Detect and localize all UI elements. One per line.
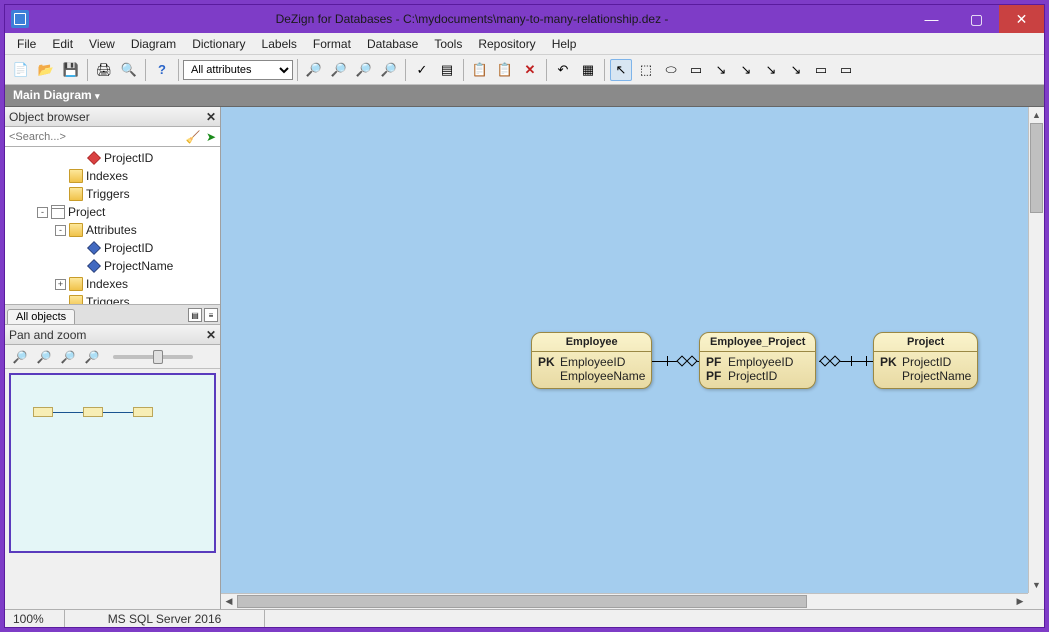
tree-item[interactable]: ProjectID	[5, 149, 220, 167]
window-title: DeZign for Databases - C:\mydocuments\ma…	[35, 12, 909, 26]
pan-zoom-header: Pan and zoom ✕	[5, 325, 220, 345]
select-tool[interactable]: ⬚	[635, 59, 657, 81]
close-button[interactable]: ✕	[999, 5, 1044, 33]
zoom-out-button[interactable]: 🔎	[328, 59, 350, 81]
object-browser-close-icon[interactable]: ✕	[206, 110, 216, 124]
sidebar: Object browser ✕ 🧹 ➤ ProjectIDIndexesTri…	[5, 107, 221, 593]
menu-dictionary[interactable]: Dictionary	[184, 35, 253, 53]
tree-item[interactable]: Triggers	[5, 293, 220, 305]
scroll-up-button[interactable]: ▲	[1029, 107, 1044, 123]
tree-item[interactable]: -Attributes	[5, 221, 220, 239]
titlebar[interactable]: DeZign for Databases - C:\mydocuments\ma…	[5, 5, 1044, 33]
zoom-fit-button[interactable]: 🔎	[353, 59, 375, 81]
menu-edit[interactable]: Edit	[44, 35, 81, 53]
pointer-tool[interactable]: ↖	[610, 59, 632, 81]
attribute-view-select[interactable]: All attributes	[183, 60, 293, 80]
open-button[interactable]: 📂	[35, 59, 57, 81]
report-button[interactable]: ▤	[436, 59, 458, 81]
copy-button[interactable]: 📋	[469, 59, 491, 81]
object-browser-header: Object browser ✕	[5, 107, 220, 127]
tree-item[interactable]: ProjectID	[5, 239, 220, 257]
vscroll-thumb[interactable]	[1030, 123, 1043, 213]
zoom-in-button[interactable]: 🔎	[303, 59, 325, 81]
tree-view-icon[interactable]: ▤	[188, 308, 202, 322]
zoom-slider[interactable]	[113, 355, 193, 359]
pan-zoom-close-icon[interactable]: ✕	[206, 328, 216, 342]
note-tool[interactable]: ▭	[810, 59, 832, 81]
new-button[interactable]: 📄	[10, 59, 32, 81]
relation-tool-3[interactable]: ↘	[760, 59, 782, 81]
print-preview-button[interactable]: 🔍	[118, 59, 140, 81]
menu-labels[interactable]: Labels	[254, 35, 305, 53]
object-tree[interactable]: ProjectIDIndexesTriggers-Project-Attribu…	[5, 147, 220, 305]
undo-button[interactable]: ↶	[552, 59, 574, 81]
menu-database[interactable]: Database	[359, 35, 426, 53]
status-zoom: 100%	[5, 610, 65, 627]
entity-project[interactable]: ProjectPKProjectIDProjectName	[873, 332, 978, 389]
save-button[interactable]: 💾	[60, 59, 82, 81]
help-button[interactable]: ?	[151, 59, 173, 81]
scroll-right-button[interactable]: ▶	[1012, 594, 1028, 609]
relation-tool-4[interactable]: ↘	[785, 59, 807, 81]
entity-tool[interactable]: ⬭	[660, 59, 682, 81]
entity-employee[interactable]: EmployeePKEmployeeIDEmployeeName	[531, 332, 652, 389]
stamp-tool[interactable]: ▭	[835, 59, 857, 81]
vertical-scrollbar[interactable]: ▲ ▼	[1028, 107, 1044, 593]
tree-item[interactable]: +Indexes	[5, 275, 220, 293]
relation-tool-2[interactable]: ↘	[735, 59, 757, 81]
validate-button[interactable]: ✓	[411, 59, 433, 81]
delete-button[interactable]: ✕	[519, 59, 541, 81]
menubar: FileEditViewDiagramDictionaryLabelsForma…	[5, 33, 1044, 55]
entity-employee_project[interactable]: Employee_ProjectPFEmployeeIDPFProjectID	[699, 332, 816, 389]
pz-zoom-out-icon[interactable]: 🔎	[33, 347, 55, 367]
zoom-thumb[interactable]	[153, 350, 163, 364]
list-view-icon[interactable]: ≡	[204, 308, 218, 322]
relation-tool-1[interactable]: ↘	[710, 59, 732, 81]
diagram-title-bar: Main Diagram ▾	[5, 85, 1044, 107]
hscroll-thumb[interactable]	[237, 595, 807, 608]
minimize-button[interactable]: —	[909, 5, 954, 33]
view-tool[interactable]: ▭	[685, 59, 707, 81]
menu-file[interactable]: File	[9, 35, 44, 53]
paste-button[interactable]: 📋	[494, 59, 516, 81]
search-input[interactable]	[5, 128, 184, 146]
scroll-down-button[interactable]: ▼	[1029, 577, 1044, 593]
menu-view[interactable]: View	[81, 35, 123, 53]
pz-zoom-100-icon[interactable]: 🔎	[81, 347, 103, 367]
diagram-canvas[interactable]: EmployeePKEmployeeIDEmployeeName Employee…	[221, 107, 1028, 593]
horizontal-scrollbar[interactable]: ◀ ▶	[221, 593, 1028, 609]
tree-item[interactable]: Triggers	[5, 185, 220, 203]
search-clear-icon[interactable]: 🧹	[184, 128, 202, 146]
status-db: MS SQL Server 2016	[65, 610, 265, 627]
menu-repository[interactable]: Repository	[470, 35, 543, 53]
print-button[interactable]: 🖨	[93, 59, 115, 81]
tree-item[interactable]: ProjectName	[5, 257, 220, 275]
search-go-icon[interactable]: ➤	[202, 128, 220, 146]
tab-all-objects[interactable]: All objects	[7, 309, 75, 324]
maximize-button[interactable]: ▢	[954, 5, 999, 33]
scroll-left-button[interactable]: ◀	[221, 594, 237, 609]
zoom-100-button[interactable]: 🔎	[378, 59, 400, 81]
tree-item[interactable]: -Project	[5, 203, 220, 221]
statusbar: 100% MS SQL Server 2016	[5, 609, 1044, 627]
minimap[interactable]	[9, 373, 216, 553]
menu-format[interactable]: Format	[305, 35, 359, 53]
pz-zoom-fit-icon[interactable]: 🔎	[57, 347, 79, 367]
redo-button[interactable]: ▦	[577, 59, 599, 81]
menu-help[interactable]: Help	[544, 35, 585, 53]
tree-item[interactable]: Indexes	[5, 167, 220, 185]
app-icon	[11, 10, 29, 28]
toolbar: 📄 📂 💾 🖨 🔍 ? All attributes 🔎 🔎 🔎 🔎 ✓ ▤ 📋…	[5, 55, 1044, 85]
menu-diagram[interactable]: Diagram	[123, 35, 184, 53]
menu-tools[interactable]: Tools	[426, 35, 470, 53]
pz-zoom-in-icon[interactable]: 🔎	[9, 347, 31, 367]
